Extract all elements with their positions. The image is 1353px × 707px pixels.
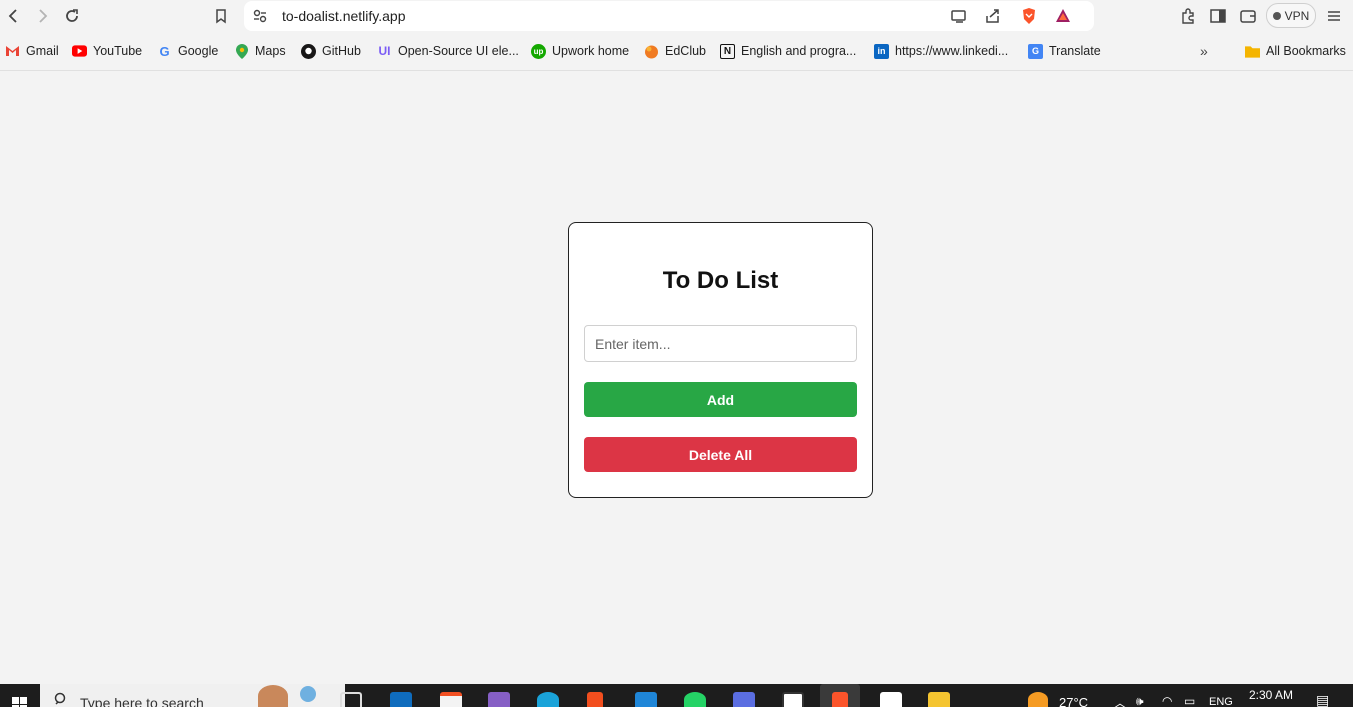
double-chevron-right-icon: » (1200, 43, 1208, 59)
notion-taskbar-icon[interactable] (782, 692, 804, 707)
menu-icon[interactable] (1324, 6, 1344, 26)
search-icon (54, 692, 66, 705)
windows-logo-icon (12, 697, 27, 707)
vpn-status-icon (1272, 11, 1281, 20)
back-button[interactable] (3, 5, 25, 27)
google-icon: G (159, 43, 170, 59)
mail-app-icon[interactable] (390, 692, 412, 707)
brave-shields-icon[interactable] (1020, 7, 1038, 25)
youtube-icon (72, 44, 87, 59)
wallet-icon[interactable] (1238, 6, 1258, 26)
vscode-icon[interactable] (635, 692, 657, 707)
bookmarks-bar: Gmail YouTube G Google Maps GitHub UI Op… (0, 36, 1353, 66)
reload-icon (66, 9, 78, 22)
bookmark-gmail[interactable]: Gmail (5, 42, 59, 60)
windows-taskbar: Type here to search 27°C ︿ 🕪 ◠ ▭ ENG 2:3… (0, 684, 1353, 707)
bookmark-english-programming[interactable]: N English and progra... (720, 42, 856, 60)
all-bookmarks-folder[interactable]: All Bookmarks (1245, 42, 1346, 60)
volume-icon[interactable]: 🕪 (1136, 694, 1144, 707)
bookmark-open-source-ui[interactable]: UI Open-Source UI ele... (377, 42, 519, 60)
notifications-icon[interactable]: ▤ (1316, 692, 1329, 707)
add-button[interactable]: Add (584, 382, 857, 417)
maps-icon (234, 43, 249, 59)
task-view-icon[interactable] (340, 692, 362, 707)
uiverse-icon: UI (378, 44, 391, 58)
github-icon (301, 43, 316, 59)
bookmark-youtube[interactable]: YouTube (72, 42, 142, 60)
share-icon[interactable] (984, 7, 1002, 25)
browser-toolbar: to-doalist.netlify.app VPN (0, 0, 1353, 34)
clock-time[interactable]: 2:30 AM (1249, 688, 1293, 702)
bookmark-google[interactable]: G Google (157, 42, 218, 60)
toolbar-divider (0, 70, 1353, 71)
sidebar-toggle-icon[interactable] (1208, 6, 1228, 26)
edclub-icon (644, 44, 659, 59)
cast-icon[interactable] (950, 7, 968, 25)
language-indicator[interactable]: ENG (1209, 696, 1233, 707)
bookmark-edclub[interactable]: EdClub (644, 42, 706, 60)
extensions-icon[interactable] (1178, 6, 1198, 26)
linkedin-icon: in (874, 43, 889, 59)
bookmark-icon (216, 9, 226, 24)
reload-button[interactable] (61, 5, 83, 27)
bookmark-github[interactable]: GitHub (301, 42, 361, 60)
wifi-icon[interactable]: ◠ (1162, 694, 1172, 707)
brave-taskbar-button[interactable] (820, 684, 860, 707)
bookmark-upwork[interactable]: up Upwork home (531, 42, 629, 60)
vpn-label: VPN (1284, 8, 1310, 23)
todo-card: To Do List Add Delete All (568, 222, 873, 498)
temperature[interactable]: 27°C (1059, 695, 1088, 707)
forward-button[interactable] (31, 5, 53, 27)
bookmark-page-button[interactable] (210, 5, 232, 27)
edge-browser-icon[interactable] (537, 692, 559, 707)
item-input[interactable] (584, 325, 857, 362)
search-highlight-globe-icon (300, 686, 316, 702)
folder-icon (1245, 44, 1260, 59)
url-text[interactable]: to-doalist.netlify.app (282, 8, 405, 24)
bookmark-linkedin[interactable]: in https://www.linkedi... (874, 42, 1008, 60)
forward-arrow-icon (39, 9, 48, 23)
visual-studio-icon[interactable] (488, 692, 510, 707)
weather-icon[interactable] (1028, 692, 1048, 707)
vpn-button[interactable]: VPN (1266, 3, 1316, 28)
bookmark-translate[interactable]: G Translate (1028, 42, 1101, 60)
page-title: To Do List (662, 267, 779, 294)
dbeaver-icon[interactable] (733, 692, 755, 707)
file-explorer-icon[interactable] (928, 692, 950, 707)
translate-icon: G (1028, 43, 1043, 59)
figma-icon[interactable] (587, 692, 603, 707)
search-highlight-avatar-icon (258, 685, 288, 707)
upwork-icon: up (531, 43, 546, 59)
delete-all-button[interactable]: Delete All (584, 437, 857, 472)
brave-rewards-icon[interactable] (1054, 7, 1072, 25)
taskbar-search[interactable]: Type here to search (40, 684, 345, 707)
search-placeholder: Type here to search (80, 695, 204, 707)
brave-taskbar-icon (832, 692, 848, 707)
site-settings-icon[interactable] (252, 8, 268, 24)
bookmark-maps[interactable]: Maps (234, 42, 286, 60)
more-bookmarks-button[interactable]: » (1200, 42, 1208, 60)
capcut-icon[interactable] (880, 692, 902, 707)
show-hidden-icons-icon[interactable]: ︿ (1114, 694, 1126, 707)
notion-icon: N (720, 43, 735, 59)
gmail-icon (5, 44, 20, 59)
battery-icon[interactable]: ▭ (1184, 694, 1195, 707)
back-arrow-icon (8, 9, 17, 23)
address-bar[interactable]: to-doalist.netlify.app (244, 1, 1094, 31)
start-button[interactable] (0, 684, 40, 707)
whatsapp-icon[interactable] (684, 692, 706, 707)
store-app-icon[interactable] (440, 692, 462, 707)
